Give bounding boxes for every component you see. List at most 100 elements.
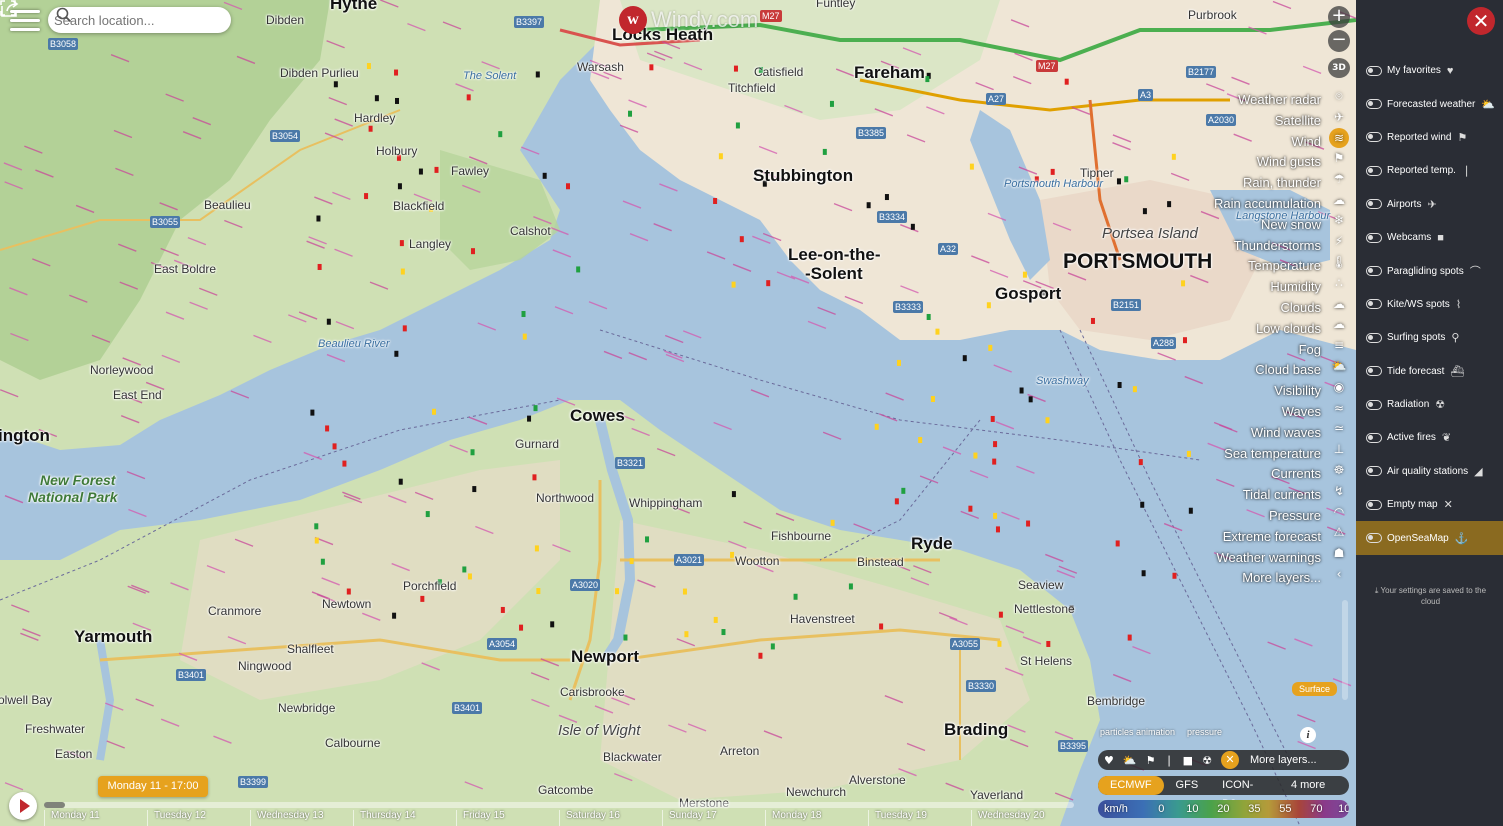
layer-item[interactable]: Weather warnings bbox=[1214, 548, 1321, 569]
fullscreen-icon[interactable] bbox=[0, 0, 16, 16]
layer-item[interactable]: Rain, thunder bbox=[1214, 173, 1321, 194]
overlay-item[interactable]: OpenSeaMap ⚓ bbox=[1356, 521, 1503, 555]
search-input[interactable] bbox=[54, 12, 194, 28]
layer-item[interactable]: Waves bbox=[1214, 402, 1321, 423]
toggle-switch[interactable] bbox=[1366, 466, 1382, 477]
heart-icon[interactable]: ♥ bbox=[1104, 754, 1114, 767]
cloud-icon[interactable]: ☁ bbox=[1328, 293, 1350, 314]
more-layers-button[interactable]: More layers... bbox=[1250, 754, 1317, 766]
layer-item[interactable]: Low clouds bbox=[1214, 319, 1321, 340]
layer-item[interactable]: Extreme forecast bbox=[1214, 527, 1321, 548]
pressure-toggle[interactable]: pressure bbox=[1187, 727, 1222, 737]
toggle-switch[interactable] bbox=[1366, 266, 1382, 277]
timeline-day[interactable]: Monday 11 bbox=[44, 810, 147, 826]
info-icon[interactable]: i bbox=[1300, 727, 1316, 743]
waves-icon[interactable]: ≈ bbox=[1328, 397, 1350, 418]
toggle-switch[interactable] bbox=[1366, 432, 1382, 443]
map-view[interactable]: Hythe Locks Heath Funtley Purbrook Dibden Dib… bbox=[0, 0, 1356, 826]
layer-item[interactable]: New snow bbox=[1214, 215, 1321, 236]
layer-item[interactable]: Satellite bbox=[1214, 111, 1321, 132]
pressure-gauge-icon[interactable]: ◠ bbox=[1328, 501, 1350, 522]
overlay-item[interactable]: My favorites ♥ bbox=[1356, 54, 1503, 87]
thermometer-icon[interactable]: ❘ bbox=[1164, 754, 1173, 767]
toggle-switch[interactable] bbox=[1366, 232, 1382, 243]
layer-item[interactable]: Tidal currents bbox=[1214, 485, 1321, 506]
toggle-switch[interactable] bbox=[1366, 533, 1382, 544]
timeline-slider[interactable] bbox=[44, 802, 1074, 808]
model-option[interactable]: ICON-D2 bbox=[1210, 776, 1279, 810]
timeline-day[interactable]: Wednesday 20 bbox=[971, 810, 1074, 826]
close-button[interactable]: ✕ bbox=[1467, 7, 1495, 35]
fog-icon[interactable]: ≡ bbox=[1328, 335, 1350, 356]
camera-icon[interactable]: ■ bbox=[1183, 754, 1193, 767]
radar-icon[interactable]: ⌾ bbox=[1328, 86, 1350, 107]
thunderstorm-icon[interactable]: ⚡ bbox=[1328, 231, 1350, 252]
overlay-item[interactable]: Reported temp. ❘ bbox=[1356, 154, 1503, 187]
wind-waves-icon[interactable]: ≃ bbox=[1328, 418, 1350, 439]
layer-item[interactable]: Fog bbox=[1214, 340, 1321, 361]
layer-item[interactable]: Currents bbox=[1214, 464, 1321, 485]
zoom-in-button[interactable]: + bbox=[1328, 6, 1350, 28]
layer-item[interactable]: Weather radar bbox=[1214, 90, 1321, 111]
layer-item[interactable]: Humidity bbox=[1214, 277, 1321, 298]
toggle-switch[interactable] bbox=[1366, 165, 1382, 176]
layer-item[interactable]: Wind bbox=[1214, 132, 1321, 153]
layer-item[interactable]: Pressure bbox=[1214, 506, 1321, 527]
timeline-day[interactable]: Saturday 16 bbox=[559, 810, 662, 826]
overlay-item[interactable]: Tide forecast ⛴ bbox=[1356, 355, 1503, 388]
toggle-switch[interactable] bbox=[1366, 65, 1382, 76]
chevron-left-icon[interactable]: ‹ bbox=[1328, 564, 1350, 585]
overlay-item[interactable]: Air quality stations ◢ bbox=[1356, 455, 1503, 488]
overlay-item[interactable]: Airports ✈ bbox=[1356, 188, 1503, 221]
overlay-item[interactable]: Paragliding spots ⌒ bbox=[1356, 254, 1503, 287]
model-option[interactable]: ECMWF bbox=[1098, 776, 1164, 795]
timeline-day[interactable]: Thursday 14 bbox=[353, 810, 456, 826]
model-option[interactable]: 4 more ⌄ bbox=[1279, 776, 1349, 810]
layer-item[interactable]: Thunderstorms bbox=[1214, 236, 1321, 257]
play-button[interactable] bbox=[9, 792, 37, 820]
wind-icon[interactable]: ≋ bbox=[1329, 127, 1349, 148]
overlay-item[interactable]: Radiation ☢ bbox=[1356, 388, 1503, 421]
rain-accumulation-icon[interactable]: ☁ bbox=[1328, 189, 1350, 210]
satellite-icon[interactable]: ✈ bbox=[1328, 107, 1350, 128]
weather-icon[interactable]: ⛅ bbox=[1123, 754, 1137, 767]
toggle-switch[interactable] bbox=[1366, 399, 1382, 410]
layer-item[interactable]: Clouds bbox=[1214, 298, 1321, 319]
overlay-item[interactable]: Reported wind ⚑ bbox=[1356, 121, 1503, 154]
model-option[interactable]: GFS bbox=[1164, 776, 1211, 795]
map-canvas[interactable] bbox=[0, 0, 1356, 826]
overlay-item[interactable]: Surfing spots ⚲ bbox=[1356, 321, 1503, 354]
toggle-switch[interactable] bbox=[1366, 132, 1382, 143]
toggle-switch[interactable] bbox=[1366, 499, 1382, 510]
low-cloud-icon[interactable]: ☁ bbox=[1328, 314, 1350, 335]
layer-item[interactable]: Sea temperature bbox=[1214, 444, 1321, 465]
layer-scrollbar[interactable] bbox=[1342, 600, 1348, 700]
legend-unit[interactable]: km/h bbox=[1104, 803, 1128, 815]
cloud-base-icon[interactable]: ⛅ bbox=[1328, 356, 1350, 377]
timeline-day[interactable]: Monday 18 bbox=[765, 810, 868, 826]
layer-item[interactable]: Temperature bbox=[1214, 256, 1321, 277]
layer-item[interactable]: Wind gusts bbox=[1214, 152, 1321, 173]
close-icon[interactable]: ✕ bbox=[1220, 751, 1239, 769]
timeline-day[interactable]: Tuesday 19 bbox=[868, 810, 971, 826]
timeline-day[interactable]: Wednesday 13 bbox=[250, 810, 353, 826]
search-box[interactable] bbox=[48, 7, 231, 33]
timeline-day[interactable]: Sunday 17 bbox=[662, 810, 765, 826]
currents-icon[interactable]: ☸ bbox=[1328, 460, 1350, 481]
particles-animation-toggle[interactable]: particles animation bbox=[1100, 727, 1175, 737]
timeline-day[interactable]: Friday 15 bbox=[456, 810, 559, 826]
snow-icon[interactable]: ❄ bbox=[1328, 210, 1350, 231]
tidal-currents-icon[interactable]: ↯ bbox=[1328, 480, 1350, 501]
toggle-switch[interactable] bbox=[1366, 366, 1382, 377]
gusts-icon[interactable]: ⚑ bbox=[1328, 148, 1350, 169]
altitude-surface-button[interactable]: Surface bbox=[1292, 682, 1338, 696]
toggle-switch[interactable] bbox=[1366, 299, 1382, 310]
current-time-badge[interactable]: Monday 11 - 17:00 bbox=[98, 776, 208, 797]
toggle-switch[interactable] bbox=[1366, 199, 1382, 210]
sea-temperature-icon[interactable]: ⊥ bbox=[1328, 439, 1350, 460]
flag-icon[interactable]: ⚑ bbox=[1146, 754, 1156, 767]
humidity-icon[interactable]: ∴ bbox=[1328, 272, 1350, 293]
overlay-item[interactable]: Kite/WS spots ⌇ bbox=[1356, 288, 1503, 321]
zoom-out-button[interactable]: − bbox=[1328, 30, 1350, 52]
timeline-day[interactable]: Tuesday 12 bbox=[147, 810, 250, 826]
